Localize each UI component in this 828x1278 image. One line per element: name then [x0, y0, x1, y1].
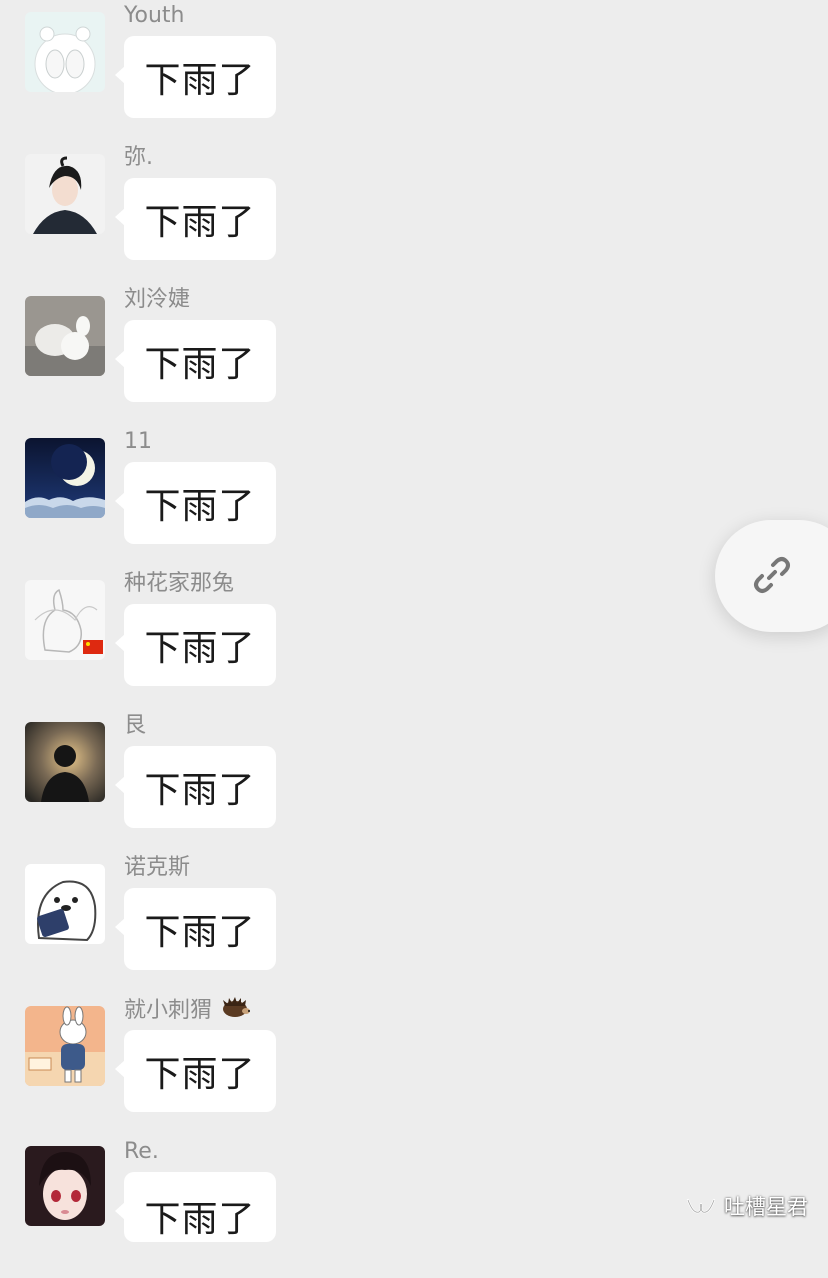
chat-message: 刘泠婕 下雨了 — [0, 284, 420, 426]
sender-name: 11 — [124, 429, 152, 454]
message-bubble[interactable]: 下雨了 — [115, 888, 276, 970]
chat-message: 诺克斯 下雨了 — [0, 852, 420, 994]
message-text: 下雨了 — [144, 344, 256, 385]
message-bubble[interactable]: 下雨了 — [115, 604, 276, 686]
message-bubble[interactable]: 下雨了 — [115, 36, 276, 118]
silhouette-sunset-avatar[interactable] — [25, 722, 105, 802]
chat-message: Youth 下雨了 — [0, 0, 420, 142]
anime-swordsman-avatar[interactable] — [25, 154, 105, 234]
polar-bear-avatar[interactable] — [25, 12, 105, 92]
wechat-channel-icon — [686, 1198, 716, 1214]
message-text: 下雨了 — [144, 1199, 256, 1240]
chat-message: 弥. 下雨了 — [0, 142, 420, 284]
sender-name: Re. — [124, 1139, 159, 1164]
link-icon — [754, 557, 790, 593]
sender-name: 弥. — [124, 145, 153, 170]
message-bubble[interactable]: 下雨了 — [115, 746, 276, 828]
chat-message: 就小刺猬 下雨了 — [0, 994, 420, 1136]
cartoon-rabbit-avatar[interactable] — [25, 1006, 105, 1086]
sender-name: 就小刺猬 — [124, 996, 251, 1026]
floating-link-button[interactable] — [715, 520, 828, 632]
message-bubble[interactable]: 下雨了 — [115, 320, 276, 402]
chat-message: 种花家那兔 下雨了 — [0, 568, 420, 710]
crescent-moon-avatar[interactable] — [25, 438, 105, 518]
sender-name: 种花家那兔 — [124, 571, 235, 596]
alpaca-avatar[interactable] — [25, 296, 105, 376]
message-text: 下雨了 — [144, 60, 256, 101]
sender-name-text: 就小刺猬 — [124, 998, 213, 1023]
message-text: 下雨了 — [144, 486, 256, 527]
anime-girl-avatar[interactable] — [25, 1146, 105, 1226]
chat-message: 11 下雨了 — [0, 426, 420, 568]
ghost-phone-avatar[interactable] — [25, 864, 105, 944]
message-text: 下雨了 — [144, 1054, 256, 1095]
watermark: 吐槽星君 — [684, 1190, 808, 1222]
message-text: 下雨了 — [144, 202, 256, 243]
message-text: 下雨了 — [144, 770, 256, 811]
message-bubble[interactable]: 下雨了 — [115, 462, 276, 544]
sender-name: 艮 — [124, 713, 147, 738]
sender-name: 诺克斯 — [124, 855, 191, 880]
message-text: 下雨了 — [144, 912, 256, 953]
hedgehog-emoji-icon — [221, 996, 251, 1026]
message-bubble[interactable]: 下雨了 — [115, 1172, 276, 1242]
message-text: 下雨了 — [144, 628, 256, 669]
watermark-text: 吐槽星君 — [724, 1195, 808, 1219]
chat-message: 艮 下雨了 — [0, 710, 420, 852]
sender-name: 刘泠婕 — [124, 287, 191, 312]
chat-message: Re. 下雨了 — [0, 1136, 420, 1278]
message-bubble[interactable]: 下雨了 — [115, 1030, 276, 1112]
rabbit-sketch-avatar[interactable] — [25, 580, 105, 660]
chat-message-list[interactable]: Youth 下雨了 弥. 下雨了 刘泠婕 下雨了 11 下雨了 种花家那兔 下雨… — [0, 0, 828, 1242]
message-bubble[interactable]: 下雨了 — [115, 178, 276, 260]
sender-name: Youth — [124, 3, 185, 28]
